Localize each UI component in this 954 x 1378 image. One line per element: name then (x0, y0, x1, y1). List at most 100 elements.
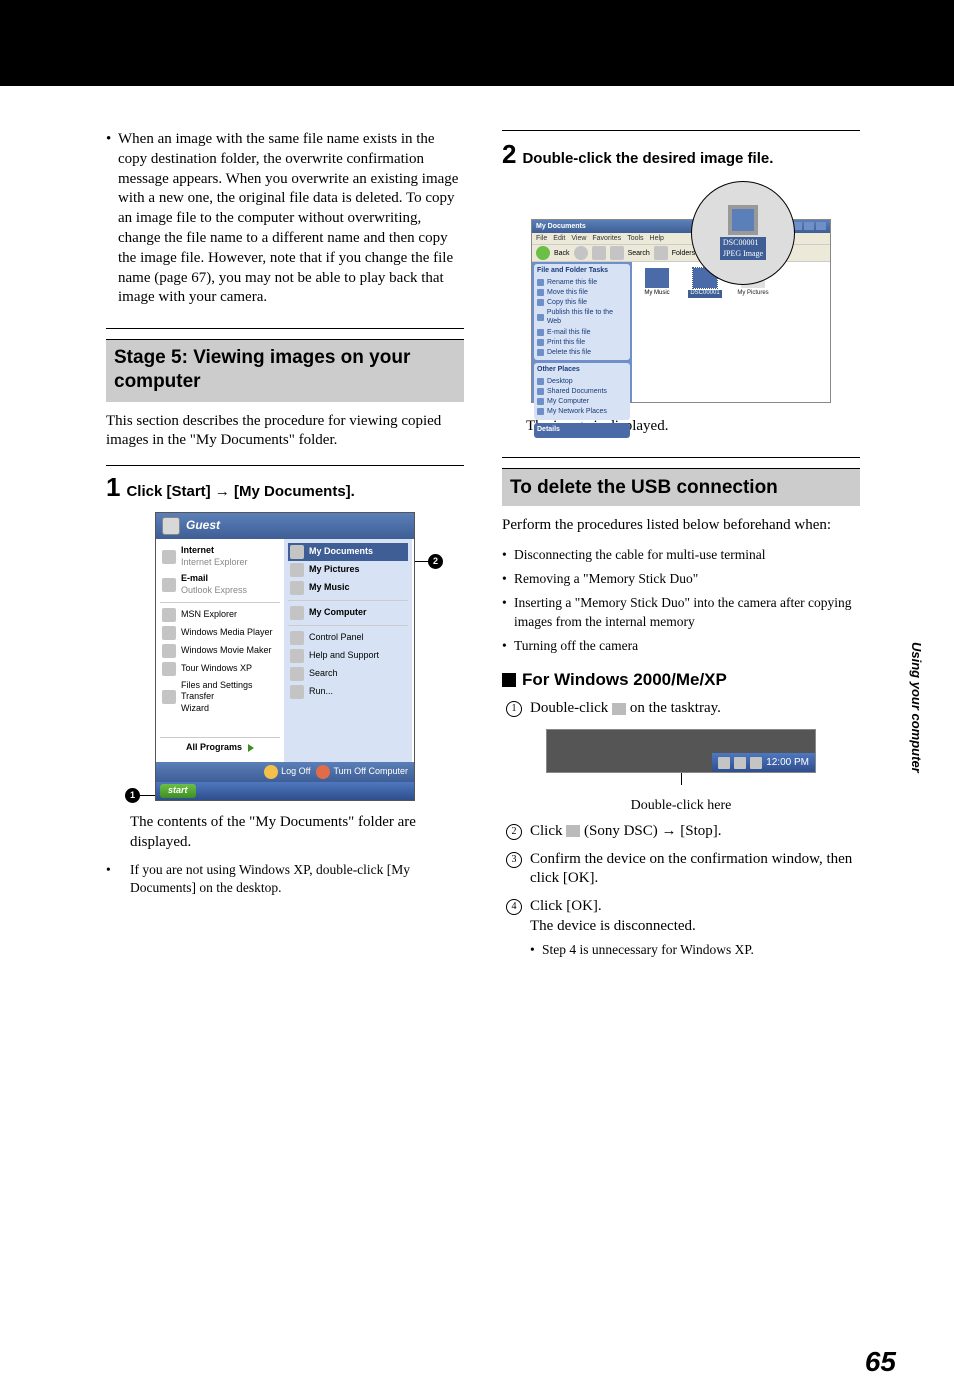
step1-text: Click [Start] → [My Documents]. (126, 482, 464, 502)
search-icon[interactable] (610, 246, 624, 260)
folder-icon (290, 545, 304, 559)
sm-item-search[interactable]: Search (288, 665, 408, 683)
menu-view[interactable]: View (571, 234, 586, 243)
power-icon (316, 765, 330, 779)
task-print[interactable]: Print this file (537, 338, 627, 347)
step2-number: 2 (502, 141, 516, 167)
place-desktop[interactable]: Desktop (537, 377, 627, 386)
sm-item-wmp[interactable]: Windows Media Player (160, 624, 280, 642)
start-button[interactable]: start (160, 784, 196, 798)
folder-my-pictures[interactable]: My Pictures (736, 268, 770, 396)
callout-1: 1 (125, 788, 140, 803)
sm-item-my-music[interactable]: My Music (288, 579, 408, 597)
square-icon (502, 673, 516, 687)
place-network[interactable]: My Network Places (537, 407, 627, 416)
start-menu-header: Guest (156, 513, 414, 539)
sm-item-help[interactable]: Help and Support (288, 647, 408, 665)
tour-icon (162, 662, 176, 676)
sm-item-my-pictures[interactable]: My Pictures (288, 561, 408, 579)
turnoff-button[interactable]: Turn Off Computer (316, 765, 408, 779)
page-body: When an image with the same file name ex… (0, 86, 954, 967)
run-icon (290, 685, 304, 699)
sm-item-control-panel[interactable]: Control Panel (288, 629, 408, 647)
my-documents-screenshot: DSC00001JPEG Image My Documents File Edi… (531, 219, 831, 403)
other-places-title: Other Places (537, 365, 627, 374)
up-icon[interactable] (592, 246, 606, 260)
right-column: 2 Double-click the desired image file. D… (502, 130, 860, 967)
help-icon (290, 649, 304, 663)
tray-clock: 12:00 PM (766, 756, 809, 769)
task-publish[interactable]: Publish this file to the Web (537, 308, 627, 326)
tray-icon[interactable] (734, 757, 746, 769)
stage5-heading: Stage 5: Viewing images on your computer (114, 346, 456, 394)
task-copy[interactable]: Copy this file (537, 298, 627, 307)
wmp-icon (162, 626, 176, 640)
forward-icon[interactable] (574, 246, 588, 260)
sm-item-run[interactable]: Run... (288, 683, 408, 701)
divider (502, 457, 860, 458)
menu-edit[interactable]: Edit (553, 234, 565, 243)
file-dsc00001[interactable]: DSC00001 (688, 268, 722, 396)
sm-item-tour[interactable]: Tour Windows XP (160, 660, 280, 678)
numbered-step-2: 2 Click (Sony DSC) → [Stop]. (506, 822, 860, 842)
delete-usb-body: Perform the procedures listed below befo… (502, 516, 860, 536)
tray-icon[interactable] (750, 757, 762, 769)
music-icon (290, 581, 304, 595)
circled-2-icon: 2 (506, 824, 522, 840)
safely-remove-icon[interactable] (718, 757, 730, 769)
tasks-sidebar: File and Folder Tasks Rename this file M… (532, 262, 632, 402)
delete-usb-heading-box: To delete the USB connection (502, 468, 860, 506)
sm-item-fst[interactable]: Files and Settings TransferWizard (160, 678, 280, 718)
side-tab-label: Using your computer (909, 642, 924, 773)
overwrite-note: When an image with the same file name ex… (106, 130, 464, 308)
task-delete[interactable]: Delete this file (537, 348, 627, 357)
arrow-right-icon (248, 744, 254, 752)
numbered-step-1: 1 Double-click on the tasktray. (506, 699, 860, 719)
callout-2-line (415, 561, 429, 562)
step2-text: Double-click the desired image file. (522, 149, 860, 169)
folder-my-music[interactable]: My Music (640, 268, 674, 396)
start-menu-footer: Log Off Turn Off Computer (156, 762, 414, 782)
max-icon[interactable] (804, 222, 814, 230)
mail-icon (162, 578, 176, 592)
step1-number: 1 (106, 474, 120, 500)
task-move[interactable]: Move this file (537, 288, 627, 297)
sm-item-my-computer[interactable]: My Computer (288, 604, 408, 622)
task-email[interactable]: E-mail this file (537, 328, 627, 337)
step4-note: Step 4 is unnecessary for Windows XP. (530, 941, 860, 959)
divider (106, 328, 464, 329)
menu-file[interactable]: File (536, 234, 547, 243)
place-mycomputer[interactable]: My Computer (537, 397, 627, 406)
stage5-heading-box: Stage 5: Viewing images on your computer (106, 339, 464, 402)
place-shared[interactable]: Shared Documents (537, 387, 627, 396)
logoff-button[interactable]: Log Off (264, 765, 310, 779)
close-icon[interactable] (816, 222, 826, 230)
callout-2: 2 (428, 554, 443, 569)
image-file-icon[interactable] (728, 205, 758, 235)
sm-item-internet[interactable]: InternetInternet Explorer (160, 543, 280, 571)
details-title: Details (537, 425, 627, 434)
safely-remove-icon (612, 703, 626, 715)
sm-item-wmm[interactable]: Windows Movie Maker (160, 642, 280, 660)
folders-icon[interactable] (654, 246, 668, 260)
step1-result: The contents of the "My Documents" folde… (106, 813, 464, 853)
sm-item-email[interactable]: E-mailOutlook Express (160, 571, 280, 599)
sm-item-my-documents[interactable]: My Documents (288, 543, 408, 561)
menu-tools[interactable]: Tools (627, 234, 643, 243)
tray-callout-label: Double-click here (546, 797, 816, 815)
device-icon (566, 825, 580, 837)
menu-favorites[interactable]: Favorites (592, 234, 621, 243)
sm-item-msn[interactable]: MSN Explorer (160, 606, 280, 624)
sm-all-programs[interactable]: All Programs (160, 737, 280, 758)
back-icon[interactable] (536, 246, 550, 260)
start-menu-left-pane: InternetInternet Explorer E-mailOutlook … (156, 539, 284, 762)
tasktray-screenshot: 12:00 PM Double-click here (546, 729, 816, 815)
start-menu-screenshot: 2 1 Guest InternetInternet Explorer E-ma… (155, 512, 415, 801)
start-menu-user: Guest (186, 518, 220, 534)
task-rename[interactable]: Rename this file (537, 278, 627, 287)
menu-help[interactable]: Help (650, 234, 664, 243)
disc-bullet-4: Turning off the camera (502, 637, 860, 655)
circled-1-icon: 1 (506, 701, 522, 717)
windows-subheading: For Windows 2000/Me/XP (522, 669, 727, 691)
delete-usb-heading: To delete the USB connection (510, 475, 852, 500)
